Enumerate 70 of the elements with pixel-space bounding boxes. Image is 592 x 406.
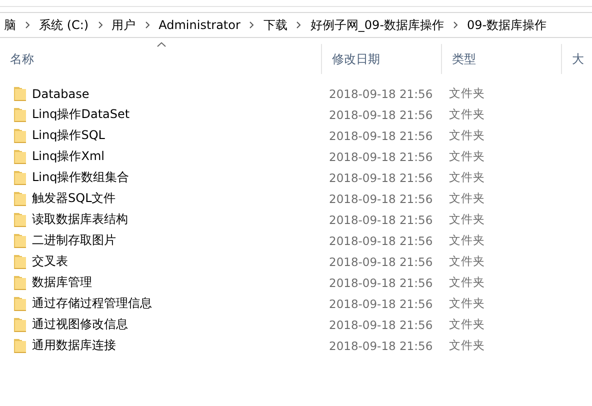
file-type: 文件夹 [448, 233, 486, 248]
chevron-icon[interactable] [453, 21, 458, 29]
file-type: 文件夹 [448, 128, 486, 143]
folder-name[interactable]: 通过视图修改信息 [32, 316, 128, 333]
file-type: 文件夹 [448, 317, 486, 332]
column-header[interactable]: 类型 [442, 44, 562, 74]
folder-icon [14, 318, 26, 332]
sort-caret-icon [156, 42, 166, 47]
file-type: 文件夹 [448, 170, 486, 185]
folder-icon [14, 86, 26, 100]
breadcrumb-item[interactable]: 用户 [108, 16, 140, 34]
address-bar[interactable]: 脑 系统 (C:) 用户 Administrator 下载 好例子网_09-数据库操作 09-数据库操作 [0, 12, 592, 38]
chevron-icon[interactable] [249, 21, 254, 29]
folder-icon [14, 108, 26, 122]
folder-name[interactable]: Linq操作数组集合 [32, 169, 130, 186]
column-header[interactable]: 大 [562, 44, 592, 74]
folder-icon [14, 150, 26, 164]
folder-icon [14, 192, 26, 206]
file-type: 文件夹 [448, 296, 486, 311]
file-type: 文件夹 [448, 191, 486, 206]
modified-date: 2018-09-18 21:56 [328, 296, 434, 310]
chevron-icon[interactable] [144, 21, 150, 29]
folder-name[interactable]: 读取数据库表结构 [32, 211, 128, 228]
file-type: 文件夹 [448, 212, 486, 227]
folder-name[interactable]: 数据库管理 [32, 274, 92, 291]
folder-icon [14, 254, 26, 268]
folder-name[interactable]: 通过存储过程管理信息 [32, 295, 152, 312]
modified-date: 2018-09-18 21:56 [328, 318, 434, 332]
folder-name[interactable]: Linq操作DataSet [32, 106, 130, 123]
file-type: 文件夹 [448, 107, 486, 122]
file-type: 文件夹 [448, 275, 486, 290]
folder-name[interactable]: 二进制存取图片 [32, 232, 116, 249]
folder-icon [14, 170, 26, 184]
chevron-icon[interactable] [98, 21, 103, 29]
modified-date: 2018-09-18 21:56 [328, 254, 434, 268]
breadcrumb-item[interactable]: 09-数据库操作 [463, 16, 551, 34]
folder-icon [14, 234, 26, 248]
folder-name[interactable]: 通用数据库连接 [32, 337, 116, 354]
folder-name[interactable]: 交叉表 [32, 253, 68, 270]
modified-date: 2018-09-18 21:56 [328, 276, 434, 290]
modified-date: 2018-09-18 21:56 [328, 212, 434, 226]
modified-date: 2018-09-18 21:56 [328, 108, 434, 122]
folder-name[interactable]: 触发器SQL文件 [32, 190, 116, 207]
chevron-icon[interactable] [25, 21, 30, 29]
folder-name[interactable]: Database [32, 86, 90, 100]
folder-icon [14, 296, 26, 310]
folder-icon [14, 338, 26, 352]
folder-icon [14, 212, 26, 226]
breadcrumb-item[interactable]: 脑 [0, 16, 20, 34]
breadcrumb-item[interactable]: 好例子网_09-数据库操作 [306, 16, 448, 34]
folder-icon [14, 128, 26, 142]
modified-date: 2018-09-18 21:56 [328, 128, 434, 142]
breadcrumb-item[interactable]: 下载 [259, 16, 292, 34]
modified-date: 2018-09-18 21:56 [328, 150, 434, 164]
column-header[interactable]: 修改日期 [322, 44, 442, 74]
file-type: 文件夹 [448, 254, 486, 269]
modified-date: 2018-09-18 21:56 [328, 234, 434, 248]
modified-date: 2018-09-18 21:56 [328, 170, 434, 184]
file-type: 文件夹 [448, 149, 486, 164]
modified-date: 2018-09-18 21:56 [328, 86, 434, 100]
modified-date: 2018-09-18 21:56 [328, 192, 434, 206]
folder-name[interactable]: Linq操作SQL [32, 127, 105, 144]
file-type: 文件夹 [448, 338, 486, 353]
folder-name[interactable]: Linq操作Xml [32, 148, 104, 165]
file-type: 文件夹 [448, 86, 486, 101]
breadcrumb-item[interactable]: Administrator [154, 18, 244, 32]
folder-icon [14, 276, 26, 290]
chevron-icon[interactable] [296, 21, 302, 29]
modified-date: 2018-09-18 21:56 [328, 338, 434, 352]
breadcrumb-item[interactable]: 系统 (C:) [35, 16, 93, 34]
